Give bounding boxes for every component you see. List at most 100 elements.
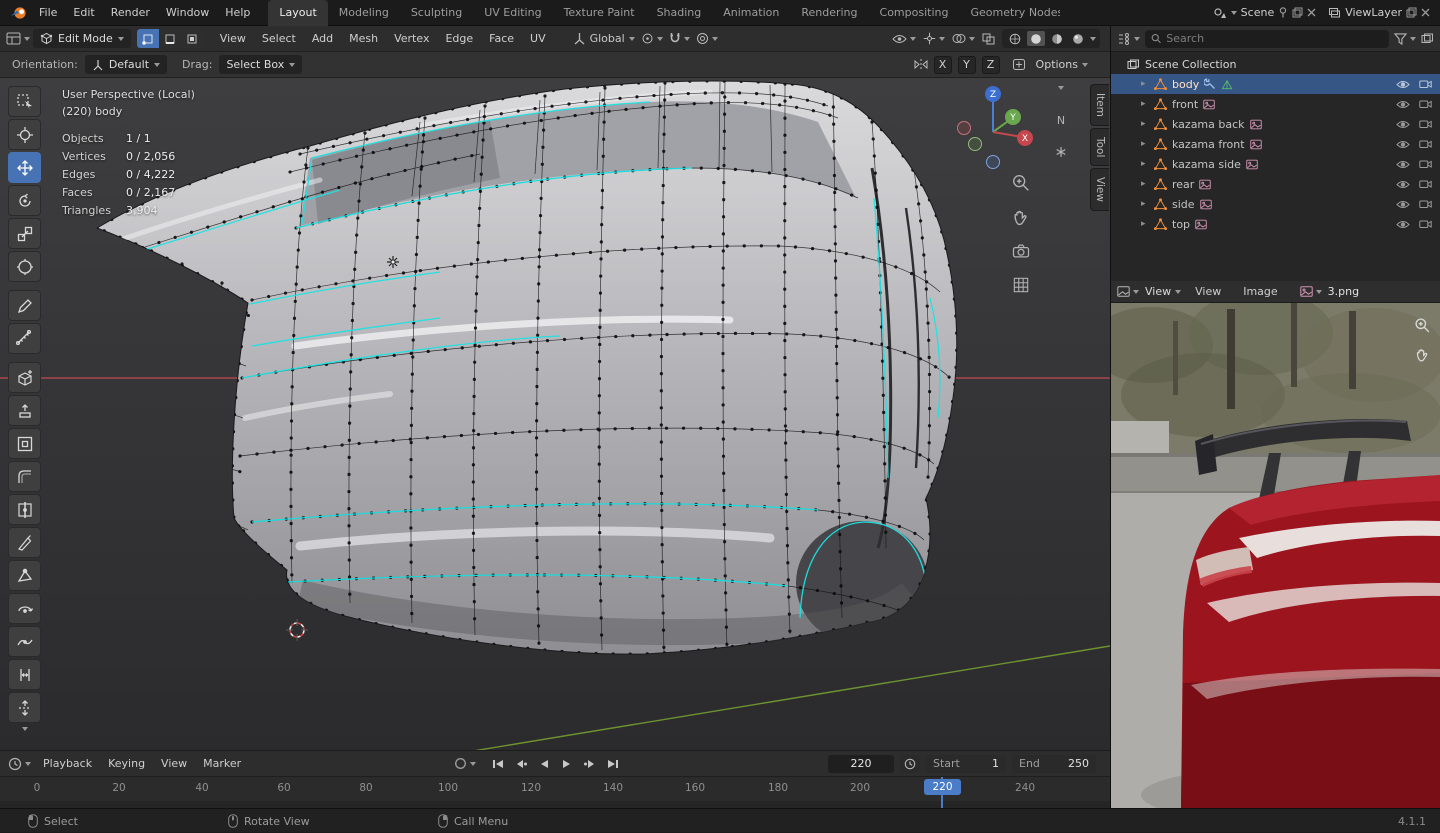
expand-chevron-icon[interactable]: ▸ [1141, 119, 1149, 129]
end-frame-field[interactable]: End250 [1012, 755, 1096, 773]
sidebar-tab-view[interactable]: View [1090, 168, 1109, 211]
material-shading-button[interactable] [1048, 31, 1066, 46]
camera-view-icon[interactable] [1008, 238, 1034, 264]
viewlayer-name[interactable]: ViewLayer [1345, 6, 1402, 19]
outliner-row-top[interactable]: ▸ top [1111, 214, 1440, 234]
outliner-editor-type-icon[interactable] [1117, 33, 1140, 45]
scene-browse-icon[interactable] [1213, 7, 1227, 19]
pivot-point-dropdown[interactable] [641, 32, 663, 45]
overlays-dropdown[interactable] [952, 33, 975, 44]
inset-tool[interactable] [8, 428, 41, 459]
menu-marker[interactable]: Marker [195, 757, 249, 770]
3d-viewport[interactable]: User Perspective (Local) (220) body Obje… [0, 78, 1110, 750]
edge-slide-tool[interactable] [8, 659, 41, 690]
outliner-row-body[interactable]: ▸ body [1111, 74, 1440, 94]
workspace-tab-sculpting[interactable]: Sculpting [400, 0, 473, 26]
wireframe-shading-button[interactable] [1006, 31, 1024, 46]
camera-visibility-icon[interactable] [1419, 99, 1432, 109]
scene-name[interactable]: Scene [1241, 6, 1275, 19]
solid-shading-button[interactable] [1027, 31, 1045, 46]
menu-render[interactable]: Render [103, 6, 158, 19]
rotate-tool[interactable] [8, 185, 41, 216]
expand-chevron-icon[interactable]: ▸ [1141, 99, 1149, 109]
spin-tool[interactable] [8, 593, 41, 624]
blender-logo-icon[interactable] [10, 5, 27, 20]
face-select-button[interactable] [181, 29, 203, 48]
expand-chevron-icon[interactable]: ▸ [1141, 79, 1149, 89]
prev-keyframe-button[interactable] [511, 755, 532, 772]
hide-eye-icon[interactable] [1396, 160, 1410, 169]
jump-to-start-button[interactable] [488, 755, 509, 772]
hide-eye-icon[interactable] [1396, 120, 1410, 129]
image-datablock-icon[interactable] [1300, 286, 1322, 297]
image-pan-hand-icon[interactable] [1414, 346, 1431, 363]
hide-eye-icon[interactable] [1396, 180, 1410, 189]
menu-edge[interactable]: Edge [437, 32, 481, 45]
workspace-tab-animation[interactable]: Animation [712, 0, 790, 26]
outliner-search[interactable] [1145, 30, 1389, 48]
hide-eye-icon[interactable] [1396, 140, 1410, 149]
orthographic-toggle-icon[interactable] [1008, 272, 1034, 298]
image-zoom-icon[interactable] [1414, 317, 1431, 334]
shading-options-chevron[interactable] [1090, 37, 1096, 41]
expand-chevron-icon[interactable]: ▸ [1141, 139, 1149, 149]
auto-keying-toggle[interactable] [454, 757, 476, 770]
drag-mode-dropdown[interactable]: Select Box [219, 55, 302, 74]
menu-vertex[interactable]: Vertex [386, 32, 437, 45]
asterisk-icon[interactable] [1052, 146, 1070, 158]
outliner-row-front[interactable]: ▸ front [1111, 94, 1440, 114]
snap-base-icon[interactable] [1012, 58, 1026, 71]
axis-neg-y-handle[interactable] [969, 138, 982, 151]
close-icon[interactable] [1307, 8, 1316, 17]
camera-visibility-icon[interactable] [1419, 119, 1432, 129]
camera-visibility-icon[interactable] [1419, 179, 1432, 189]
menu-view[interactable]: View [153, 757, 195, 770]
sidebar-tab-item[interactable]: Item [1090, 84, 1109, 126]
close-icon[interactable] [1421, 8, 1430, 17]
start-frame-field[interactable]: Start1 [926, 755, 1006, 773]
axis-neg-z-handle[interactable] [987, 156, 1000, 169]
axis-neg-x-handle[interactable] [958, 122, 971, 135]
smooth-tool[interactable] [8, 626, 41, 657]
menu-help[interactable]: Help [217, 6, 258, 19]
edge-select-button[interactable] [159, 29, 181, 48]
vertex-select-button[interactable] [137, 29, 159, 48]
new-scene-icon[interactable] [1292, 7, 1303, 18]
menu-mesh[interactable]: Mesh [341, 32, 386, 45]
sidebar-n-hint[interactable]: N [1052, 114, 1070, 127]
shrink-fatten-tool[interactable] [8, 692, 41, 723]
xray-toggle[interactable] [982, 33, 995, 45]
camera-visibility-icon[interactable] [1419, 199, 1432, 209]
menu-file[interactable]: File [31, 6, 65, 19]
menu-window[interactable]: Window [158, 6, 217, 19]
snap-magnet-icon[interactable] [669, 32, 690, 45]
camera-visibility-icon[interactable] [1419, 219, 1432, 229]
camera-visibility-icon[interactable] [1419, 139, 1432, 149]
extrude-tool[interactable] [8, 395, 41, 426]
play-button[interactable] [557, 755, 578, 772]
timeline-ruler[interactable]: 0 20 40 60 80 100 120 140 160 180 200 24… [0, 776, 1110, 808]
camera-visibility-icon[interactable] [1419, 79, 1432, 89]
workspace-tab-shading[interactable]: Shading [646, 0, 713, 26]
editor-type-icon[interactable] [6, 32, 30, 45]
pin-icon[interactable] [1278, 7, 1288, 18]
new-viewlayer-icon[interactable] [1406, 7, 1417, 18]
mirror-x-toggle[interactable]: X [934, 56, 952, 74]
outliner-row-rear[interactable]: ▸ rear [1111, 174, 1440, 194]
outliner-row-kazama-front[interactable]: ▸ kazama front [1111, 134, 1440, 154]
transform-tool[interactable] [8, 251, 41, 282]
more-tools-chevron[interactable] [8, 725, 41, 731]
expand-chevron-icon[interactable]: ▸ [1141, 199, 1149, 209]
workspace-tab-uv-editing[interactable]: UV Editing [473, 0, 552, 26]
select-box-tool[interactable] [8, 86, 41, 117]
scale-tool[interactable] [8, 218, 41, 249]
orientation-dropdown[interactable]: Global [573, 32, 635, 45]
sidebar-collapse-chevron[interactable] [1052, 86, 1070, 90]
jump-to-end-button[interactable] [603, 755, 624, 772]
image-editor-type-icon[interactable] [1117, 286, 1139, 297]
image-mode-dropdown[interactable]: View [1145, 285, 1181, 298]
play-reverse-button[interactable] [534, 755, 555, 772]
current-frame-field[interactable]: 220 [828, 755, 894, 773]
preview-range-clock-icon[interactable] [900, 755, 920, 773]
menu-edit[interactable]: Edit [65, 6, 102, 19]
